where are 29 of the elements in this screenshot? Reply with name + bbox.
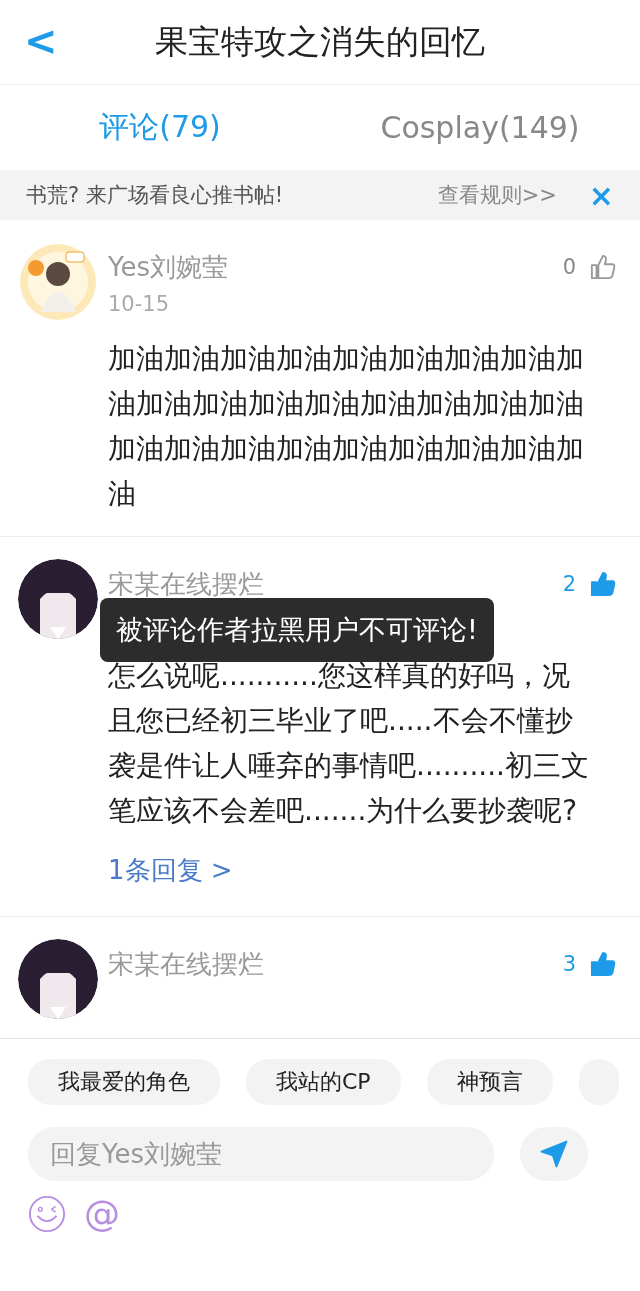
avatar[interactable] [18, 242, 98, 322]
topic-chip[interactable]: 我最爱的角色 [28, 1059, 220, 1105]
mention-button[interactable]: @ [84, 1193, 120, 1234]
like-count: 3 [562, 952, 576, 976]
topic-chip[interactable]: 神预言 [426, 1059, 553, 1105]
comment-date: 10-15 [108, 292, 171, 318]
rules-link[interactable]: 查看规则>> [437, 181, 557, 209]
page-title: 果宝特攻之消失的回忆 [155, 20, 485, 63]
thumbs-up-icon[interactable] [590, 571, 616, 597]
avatar[interactable] [18, 559, 98, 639]
replies-link[interactable]: 1条回复 > [108, 853, 616, 888]
user-name[interactable]: 宋某在线摆烂 [108, 946, 563, 982]
like-count: 2 [562, 572, 576, 596]
emoji-icon[interactable] [28, 1194, 66, 1233]
back-button[interactable]: < [24, 18, 58, 64]
topic-chip[interactable]: 我站的CP [246, 1059, 401, 1105]
close-button[interactable]: × [588, 177, 614, 213]
notice-text: 书荒? 来广场看良心推书帖! [26, 182, 285, 209]
thumbs-up-icon[interactable] [590, 951, 616, 977]
reply-field[interactable]: 回复Yes刘婉莹 [28, 1127, 494, 1181]
send-icon [539, 1139, 569, 1169]
tab[interactable]: 评论(79) [0, 85, 320, 170]
blocked-toast: 被评论作者拉黑用户不可评论! [100, 598, 494, 662]
avatar[interactable] [18, 939, 98, 1019]
user-name[interactable]: Yes刘婉莹 [108, 249, 563, 285]
like-count: 0 [562, 255, 576, 279]
comment-text: 加油加油加油加油加油加油加油加油加油加油加油加油加油加油加油加油加油加油加油加油加油加油加油加油加油加油 [108, 341, 585, 512]
thumbs-up-icon[interactable] [590, 254, 616, 280]
tab[interactable]: Cosplay(149) [320, 85, 640, 170]
